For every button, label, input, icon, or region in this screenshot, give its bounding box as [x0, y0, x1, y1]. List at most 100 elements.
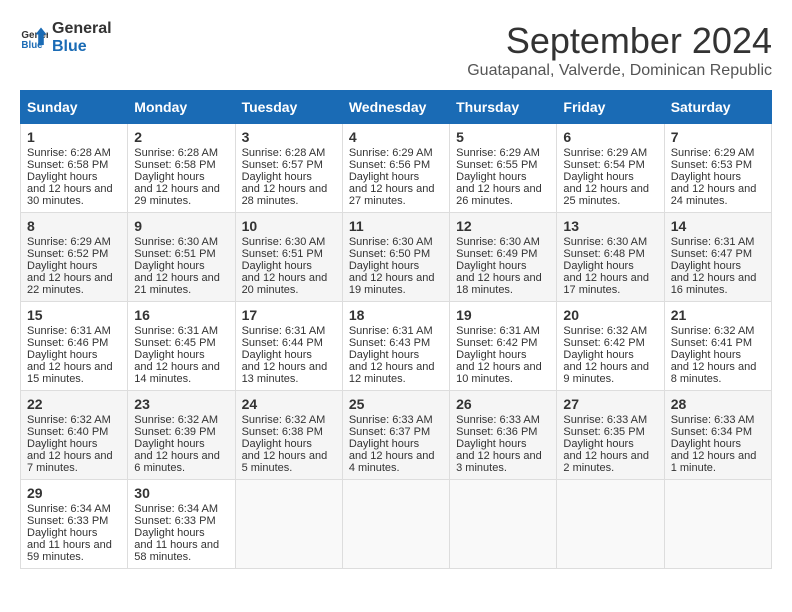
sunrise-line: Sunrise: 6:33 AM — [456, 414, 550, 426]
daylight-line: Daylight hours — [242, 349, 336, 361]
daylight-detail: and 12 hours and 17 minutes. — [563, 272, 657, 296]
calendar-cell: 25Sunrise: 6:33 AMSunset: 6:37 PMDayligh… — [342, 391, 449, 480]
calendar-cell: 23Sunrise: 6:32 AMSunset: 6:39 PMDayligh… — [128, 391, 235, 480]
calendar-cell: 8Sunrise: 6:29 AMSunset: 6:52 PMDaylight… — [21, 213, 128, 302]
daylight-line: Daylight hours — [349, 438, 443, 450]
daylight-line: Daylight hours — [134, 438, 228, 450]
sunrise-line: Sunrise: 6:29 AM — [563, 147, 657, 159]
sunrise-line: Sunrise: 6:31 AM — [671, 236, 765, 248]
daylight-line: Daylight hours — [349, 171, 443, 183]
daylight-line: Daylight hours — [456, 171, 550, 183]
sunset-line: Sunset: 6:45 PM — [134, 337, 228, 349]
header: General Blue General Blue September 2024… — [20, 20, 772, 80]
day-number: 27 — [563, 396, 657, 412]
daylight-detail: and 12 hours and 9 minutes. — [563, 361, 657, 385]
sunset-line: Sunset: 6:58 PM — [27, 159, 121, 171]
sunset-line: Sunset: 6:58 PM — [134, 159, 228, 171]
calendar-cell: 20Sunrise: 6:32 AMSunset: 6:42 PMDayligh… — [557, 302, 664, 391]
daylight-line: Daylight hours — [27, 260, 121, 272]
sunset-line: Sunset: 6:57 PM — [242, 159, 336, 171]
day-number: 25 — [349, 396, 443, 412]
calendar-cell: 3Sunrise: 6:28 AMSunset: 6:57 PMDaylight… — [235, 124, 342, 213]
calendar-cell: 11Sunrise: 6:30 AMSunset: 6:50 PMDayligh… — [342, 213, 449, 302]
day-number: 5 — [456, 129, 550, 145]
daylight-line: Daylight hours — [134, 260, 228, 272]
sunset-line: Sunset: 6:39 PM — [134, 426, 228, 438]
daylight-line: Daylight hours — [242, 260, 336, 272]
daylight-line: Daylight hours — [242, 171, 336, 183]
daylight-line: Daylight hours — [349, 349, 443, 361]
daylight-line: Daylight hours — [134, 171, 228, 183]
daylight-line: Daylight hours — [671, 349, 765, 361]
sunrise-line: Sunrise: 6:33 AM — [349, 414, 443, 426]
weekday-header-friday: Friday — [557, 91, 664, 124]
daylight-line: Daylight hours — [563, 349, 657, 361]
sunrise-line: Sunrise: 6:32 AM — [27, 414, 121, 426]
calendar-cell: 26Sunrise: 6:33 AMSunset: 6:36 PMDayligh… — [450, 391, 557, 480]
daylight-detail: and 12 hours and 16 minutes. — [671, 272, 765, 296]
daylight-detail: and 12 hours and 29 minutes. — [134, 183, 228, 207]
day-number: 21 — [671, 307, 765, 323]
daylight-line: Daylight hours — [671, 260, 765, 272]
day-number: 7 — [671, 129, 765, 145]
daylight-detail: and 12 hours and 18 minutes. — [456, 272, 550, 296]
daylight-detail: and 12 hours and 3 minutes. — [456, 450, 550, 474]
daylight-detail: and 12 hours and 13 minutes. — [242, 361, 336, 385]
daylight-detail: and 12 hours and 26 minutes. — [456, 183, 550, 207]
sunrise-line: Sunrise: 6:32 AM — [134, 414, 228, 426]
calendar-cell — [557, 480, 664, 569]
daylight-line: Daylight hours — [27, 349, 121, 361]
logo-blue: Blue — [52, 38, 112, 56]
title-section: September 2024 Guatapanal, Valverde, Dom… — [467, 20, 772, 80]
daylight-line: Daylight hours — [456, 349, 550, 361]
day-number: 19 — [456, 307, 550, 323]
calendar-cell: 5Sunrise: 6:29 AMSunset: 6:55 PMDaylight… — [450, 124, 557, 213]
daylight-detail: and 12 hours and 28 minutes. — [242, 183, 336, 207]
sunrise-line: Sunrise: 6:33 AM — [671, 414, 765, 426]
daylight-detail: and 12 hours and 2 minutes. — [563, 450, 657, 474]
sunset-line: Sunset: 6:36 PM — [456, 426, 550, 438]
sunrise-line: Sunrise: 6:29 AM — [456, 147, 550, 159]
day-number: 13 — [563, 218, 657, 234]
sunset-line: Sunset: 6:53 PM — [671, 159, 765, 171]
sunrise-line: Sunrise: 6:30 AM — [242, 236, 336, 248]
logo-general: General — [52, 20, 112, 38]
daylight-detail: and 12 hours and 5 minutes. — [242, 450, 336, 474]
sunrise-line: Sunrise: 6:31 AM — [242, 325, 336, 337]
day-number: 15 — [27, 307, 121, 323]
daylight-detail: and 12 hours and 8 minutes. — [671, 361, 765, 385]
sunrise-line: Sunrise: 6:28 AM — [242, 147, 336, 159]
sunset-line: Sunset: 6:48 PM — [563, 248, 657, 260]
calendar-cell: 19Sunrise: 6:31 AMSunset: 6:42 PMDayligh… — [450, 302, 557, 391]
daylight-detail: and 12 hours and 12 minutes. — [349, 361, 443, 385]
logo-icon: General Blue — [20, 24, 48, 52]
daylight-detail: and 12 hours and 22 minutes. — [27, 272, 121, 296]
sunset-line: Sunset: 6:42 PM — [456, 337, 550, 349]
calendar-cell: 27Sunrise: 6:33 AMSunset: 6:35 PMDayligh… — [557, 391, 664, 480]
calendar-week-row: 1Sunrise: 6:28 AMSunset: 6:58 PMDaylight… — [21, 124, 772, 213]
day-number: 18 — [349, 307, 443, 323]
calendar-cell: 15Sunrise: 6:31 AMSunset: 6:46 PMDayligh… — [21, 302, 128, 391]
daylight-line: Daylight hours — [563, 171, 657, 183]
sunset-line: Sunset: 6:44 PM — [242, 337, 336, 349]
sunrise-line: Sunrise: 6:31 AM — [134, 325, 228, 337]
daylight-line: Daylight hours — [456, 260, 550, 272]
calendar-cell: 9Sunrise: 6:30 AMSunset: 6:51 PMDaylight… — [128, 213, 235, 302]
logo: General Blue General Blue — [20, 20, 112, 56]
calendar-cell — [235, 480, 342, 569]
sunset-line: Sunset: 6:54 PM — [563, 159, 657, 171]
calendar-cell: 1Sunrise: 6:28 AMSunset: 6:58 PMDaylight… — [21, 124, 128, 213]
day-number: 30 — [134, 485, 228, 501]
day-number: 16 — [134, 307, 228, 323]
sunset-line: Sunset: 6:33 PM — [134, 515, 228, 527]
daylight-line: Daylight hours — [27, 171, 121, 183]
sunrise-line: Sunrise: 6:28 AM — [27, 147, 121, 159]
daylight-detail: and 12 hours and 25 minutes. — [563, 183, 657, 207]
daylight-detail: and 12 hours and 20 minutes. — [242, 272, 336, 296]
sunset-line: Sunset: 6:56 PM — [349, 159, 443, 171]
sunset-line: Sunset: 6:34 PM — [671, 426, 765, 438]
daylight-detail: and 12 hours and 4 minutes. — [349, 450, 443, 474]
calendar-cell — [664, 480, 771, 569]
sunset-line: Sunset: 6:38 PM — [242, 426, 336, 438]
calendar-cell: 6Sunrise: 6:29 AMSunset: 6:54 PMDaylight… — [557, 124, 664, 213]
